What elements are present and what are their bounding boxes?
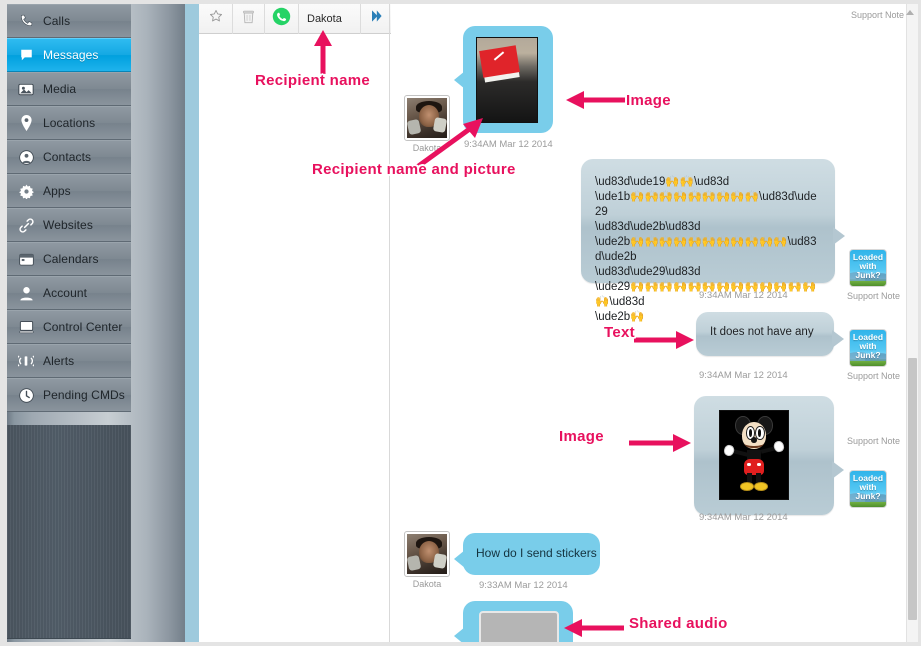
sidebar-item-account[interactable]: Account [7,276,131,310]
message-bubble-outgoing-text[interactable]: \ud83d\ude19🙌🙌\ud83d \ude1b🙌🙌🙌🙌🙌🙌🙌🙌🙌\ud8… [581,159,835,323]
message-bubble-outgoing-image[interactable] [694,396,834,515]
mickey-shoe-left [739,482,754,492]
annotation-shared-audio: Shared audio [629,615,728,632]
sidebar-item-label: Calendars [43,252,99,266]
support-note-label: Support Note [851,10,905,20]
sidebar-item-label: Media [43,82,77,96]
mickey-pupil-left [748,429,752,437]
annotation-arrow-text [634,331,694,349]
sidebar-item-label: Messages [43,48,99,62]
map-pin-icon [17,114,35,132]
sidebar-item-websites[interactable]: Websites [7,208,131,242]
sidebar-item-apps[interactable]: Apps [7,174,131,208]
message-timestamp: 9:33AM Mar 12 2014 [479,580,568,591]
mickey-illustration [720,411,788,499]
app-window: Calls Messages Media Locations Contacts [0,0,921,646]
gear-icon [17,182,35,200]
message-timestamp: 9:34AM Mar 12 2014 [699,512,788,523]
contact-circle-icon [17,148,35,166]
annotation-image-mickey: Image [559,428,604,445]
annotation-arrow-shared-audio [564,619,624,637]
badge-line-3: Junk? [855,491,881,501]
sidebar-item-alerts[interactable]: Alerts [7,344,131,378]
mickey-smile [744,438,764,448]
sidebar-item-messages[interactable]: Messages [7,38,131,72]
sidebar-item-label: Alerts [43,354,75,368]
avatar-hand-right [432,553,447,569]
sidebar-item-label: Control Center [43,320,123,334]
message-timestamp: 9:34AM Mar 12 2014 [699,290,788,301]
signal-icon [17,352,35,370]
sidebar-item-calls[interactable]: Calls [7,4,131,38]
message-thread: Support Note Dakota 9:34AM Mar 12 2014 \… [199,4,915,642]
support-note-badge[interactable]: Loaded with Junk? [849,470,887,508]
badge-line-3: Junk? [855,350,881,360]
phone-icon [17,12,35,30]
annotation-text: Text [604,324,635,341]
sender-name: Dakota [412,579,442,589]
annotation-arrow-image-mickey [629,434,691,452]
mickey-glove-right [772,439,786,454]
sidebar-item-pending-cmds[interactable]: Pending CMDs [7,378,131,412]
annotation-image-top: Image [626,92,671,109]
message-bubble-outgoing-text[interactable]: It does not have any [696,312,834,356]
accent-strip [185,4,199,642]
sidebar-empty-area [7,425,131,639]
sidebar-item-label: Pending CMDs [43,388,125,402]
support-note-badge[interactable]: Loaded with Junk? [849,329,887,367]
annotation-arrow-recipient-name [314,30,332,74]
shared-audio-player[interactable] [479,611,559,642]
annotation-recipient-name-and-picture: Recipient name and picture [312,161,516,178]
message-bubble-incoming-audio[interactable] [463,601,573,642]
sidebar-item-control-center[interactable]: Control Center [7,310,131,344]
support-note-label: Support Note [847,371,901,381]
support-note-label: Support Note [847,436,901,446]
content-panel: Dakota Support Note Dakota 9:34AM Mar 12… [199,4,915,642]
mickey-glove-left [722,444,736,459]
avatar-hand-left [407,554,422,572]
calendar-icon [17,250,35,268]
sidebar-item-contacts[interactable]: Contacts [7,140,131,174]
sidebar-nav: Calls Messages Media Locations Contacts [7,4,131,412]
annotation-arrow-image-top [566,91,626,109]
support-note-badge[interactable]: Loaded with Junk? [849,249,887,287]
sidebar-item-media[interactable]: Media [7,72,131,106]
scroll-up-arrow-icon[interactable] [906,10,914,15]
avatar[interactable] [404,531,450,577]
sidebar-item-label: Contacts [43,150,92,164]
photo-red-object [479,45,521,78]
message-body: How do I send stickers [476,546,597,560]
mickey-arm-left [732,448,749,457]
clock-icon [17,386,35,404]
sidebar-item-label: Locations [43,116,96,130]
sidebar-item-locations[interactable]: Locations [7,106,131,140]
support-note-label: Support Note [847,291,901,301]
sidebar-item-label: Apps [43,184,71,198]
message-timestamp: 9:34AM Mar 12 2014 [699,370,788,381]
annotation-recipient-name: Recipient name [255,72,371,89]
photo-icon [17,80,35,98]
message-body: It does not have any [710,326,814,338]
shared-photo[interactable] [719,410,789,500]
scrollbar-thumb[interactable] [908,358,917,620]
sidebar-item-label: Websites [43,218,93,232]
link-icon [17,216,35,234]
shared-photo[interactable] [476,37,538,123]
sidebar-item-label: Account [43,286,88,300]
message-bubble-icon [17,46,35,64]
sidebar-item-label: Calls [43,14,71,28]
monitor-icon [17,318,35,336]
person-icon [17,284,35,302]
badge-line-3: Junk? [855,270,881,280]
mickey-button-left [747,462,751,467]
sidebar-item-calendars[interactable]: Calendars [7,242,131,276]
message-bubble-incoming-text[interactable]: How do I send stickers [463,533,600,575]
mickey-shoe-right [754,482,769,492]
